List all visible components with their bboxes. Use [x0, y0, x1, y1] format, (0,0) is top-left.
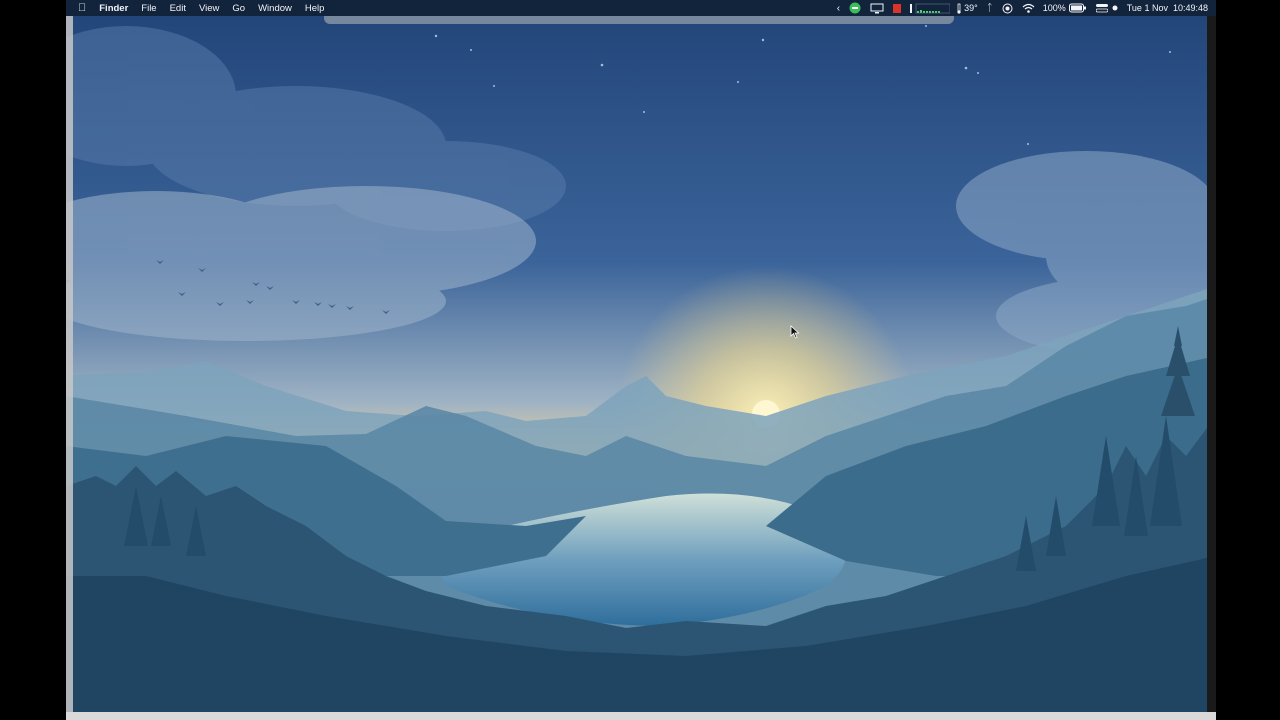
menu-item-edit[interactable]: Edit: [170, 3, 186, 14]
menu-item-view[interactable]: View: [199, 3, 219, 14]
thermometer-icon[interactable]: [956, 3, 962, 14]
temperature-readout: 39°: [964, 3, 978, 13]
window-frame-left: [66, 16, 73, 720]
wifi-icon[interactable]: [1022, 3, 1035, 14]
menu-item-file[interactable]: File: [141, 3, 156, 14]
window-top-handle: [324, 16, 954, 24]
siri-icon[interactable]: [1112, 5, 1118, 11]
menu-clock[interactable]: Tue 1 Nov 10:49:48: [1127, 3, 1208, 13]
desktop-screen:  Finder File Edit View Go Window Help ‹: [66, 0, 1216, 720]
desktop-wallpaper: [66, 16, 1216, 720]
activity-meter-icon[interactable]: [910, 3, 951, 14]
menu-item-help[interactable]: Help: [305, 3, 325, 14]
window-frame-right: [1207, 16, 1216, 720]
apple-icon[interactable]: : [78, 2, 86, 14]
mouse-cursor-icon: [790, 325, 800, 344]
bluetooth-icon[interactable]: ᛏ: [987, 3, 993, 14]
menu-item-window[interactable]: Window: [258, 3, 292, 14]
menu-bar:  Finder File Edit View Go Window Help ‹: [66, 0, 1216, 16]
control-center-icon[interactable]: [1095, 3, 1108, 13]
battery-icon[interactable]: [1068, 3, 1087, 13]
battery-percentage: 100%: [1042, 3, 1066, 13]
menu-item-go[interactable]: Go: [232, 3, 245, 14]
menu-app-name[interactable]: Finder: [99, 3, 128, 14]
window-frame-bottom: [66, 712, 1216, 720]
red-app-icon[interactable]: [893, 3, 902, 14]
green-app-icon[interactable]: [849, 2, 861, 14]
display-icon[interactable]: [870, 3, 884, 14]
chevron-left-icon[interactable]: ‹: [837, 3, 840, 14]
screen-record-icon[interactable]: [1002, 3, 1013, 14]
